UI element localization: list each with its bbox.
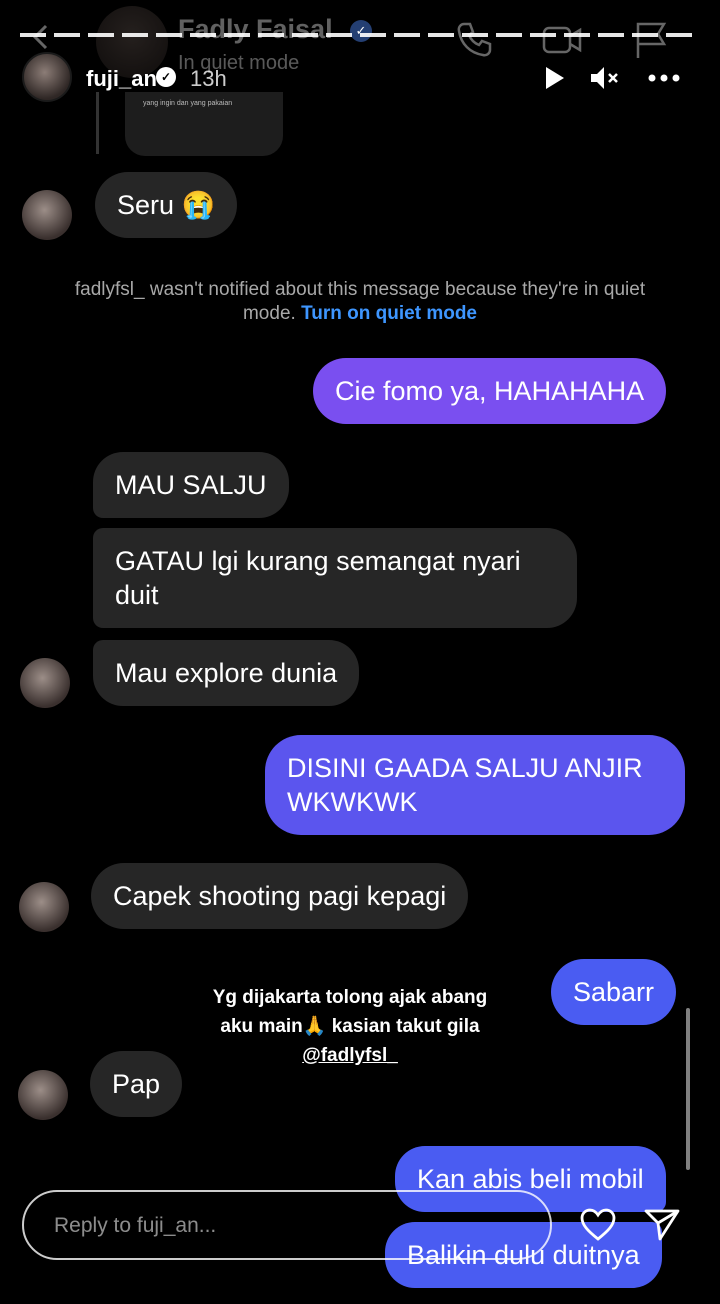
overlay-line: aku main🙏 kasian takut gila xyxy=(220,1016,480,1037)
story-username[interactable]: fuji_an xyxy=(86,66,157,92)
message-bubble-incoming[interactable]: MAU SALJU xyxy=(93,452,289,518)
story-time: 13h xyxy=(190,66,227,91)
heart-icon[interactable] xyxy=(578,1205,618,1245)
mention-tag[interactable]: @fadlyfsl_ xyxy=(185,1041,515,1070)
turn-on-quiet-mode-link[interactable]: Turn on quiet mode xyxy=(301,303,477,324)
message-bubble-incoming[interactable]: Mau explore dunia xyxy=(93,640,360,706)
media-caption: yang ingin dan yang pakaian xyxy=(143,100,233,107)
overlay-line: Yg dijakarta tolong ajak abang xyxy=(212,987,488,1008)
message-bubble-outgoing[interactable]: DISINI GAADA SALJU ANJIR WKWKWK xyxy=(265,735,685,835)
reply-thread-line xyxy=(96,92,99,154)
message-bubble-incoming[interactable]: GATAU lgi kurang semangat nyari duit xyxy=(93,528,577,628)
message-bubble-incoming[interactable]: Seru 😭 xyxy=(95,172,238,238)
send-icon[interactable] xyxy=(642,1205,682,1245)
story-header: fuji_an ✓ 13h xyxy=(0,48,720,104)
dm-contact-name[interactable]: Fadly Faisal xyxy=(178,14,333,45)
message-bubble-incoming[interactable]: Capek shooting pagi kepagi xyxy=(91,863,469,929)
avatar[interactable] xyxy=(20,658,70,708)
message-bubble-outgoing[interactable]: Cie fomo ya, HAHAHAHA xyxy=(313,358,667,424)
story-progress-bar xyxy=(20,33,700,37)
more-icon[interactable] xyxy=(644,62,684,94)
reply-input[interactable] xyxy=(54,1210,514,1242)
mute-icon[interactable] xyxy=(588,62,620,94)
avatar[interactable] xyxy=(22,190,72,240)
play-icon[interactable] xyxy=(538,62,570,94)
scrollbar[interactable] xyxy=(686,1008,690,1170)
verified-icon: ✓ xyxy=(350,20,372,42)
verified-icon: ✓ xyxy=(156,67,176,87)
shared-media-preview[interactable]: yang ingin dan yang pakaian xyxy=(125,92,283,156)
message-bubble-outgoing[interactable]: Sabarr xyxy=(551,959,677,1025)
message-bubble-incoming[interactable]: Pap xyxy=(90,1051,183,1117)
avatar[interactable] xyxy=(19,882,69,932)
story-text-overlay: Yg dijakarta tolong ajak abang aku main🙏… xyxy=(185,983,515,1070)
avatar[interactable] xyxy=(18,1070,68,1120)
reply-box[interactable] xyxy=(22,1190,552,1260)
quiet-mode-notice: fadlyfsl_ wasn't notified about this mes… xyxy=(60,278,660,326)
story-avatar[interactable] xyxy=(22,52,72,102)
